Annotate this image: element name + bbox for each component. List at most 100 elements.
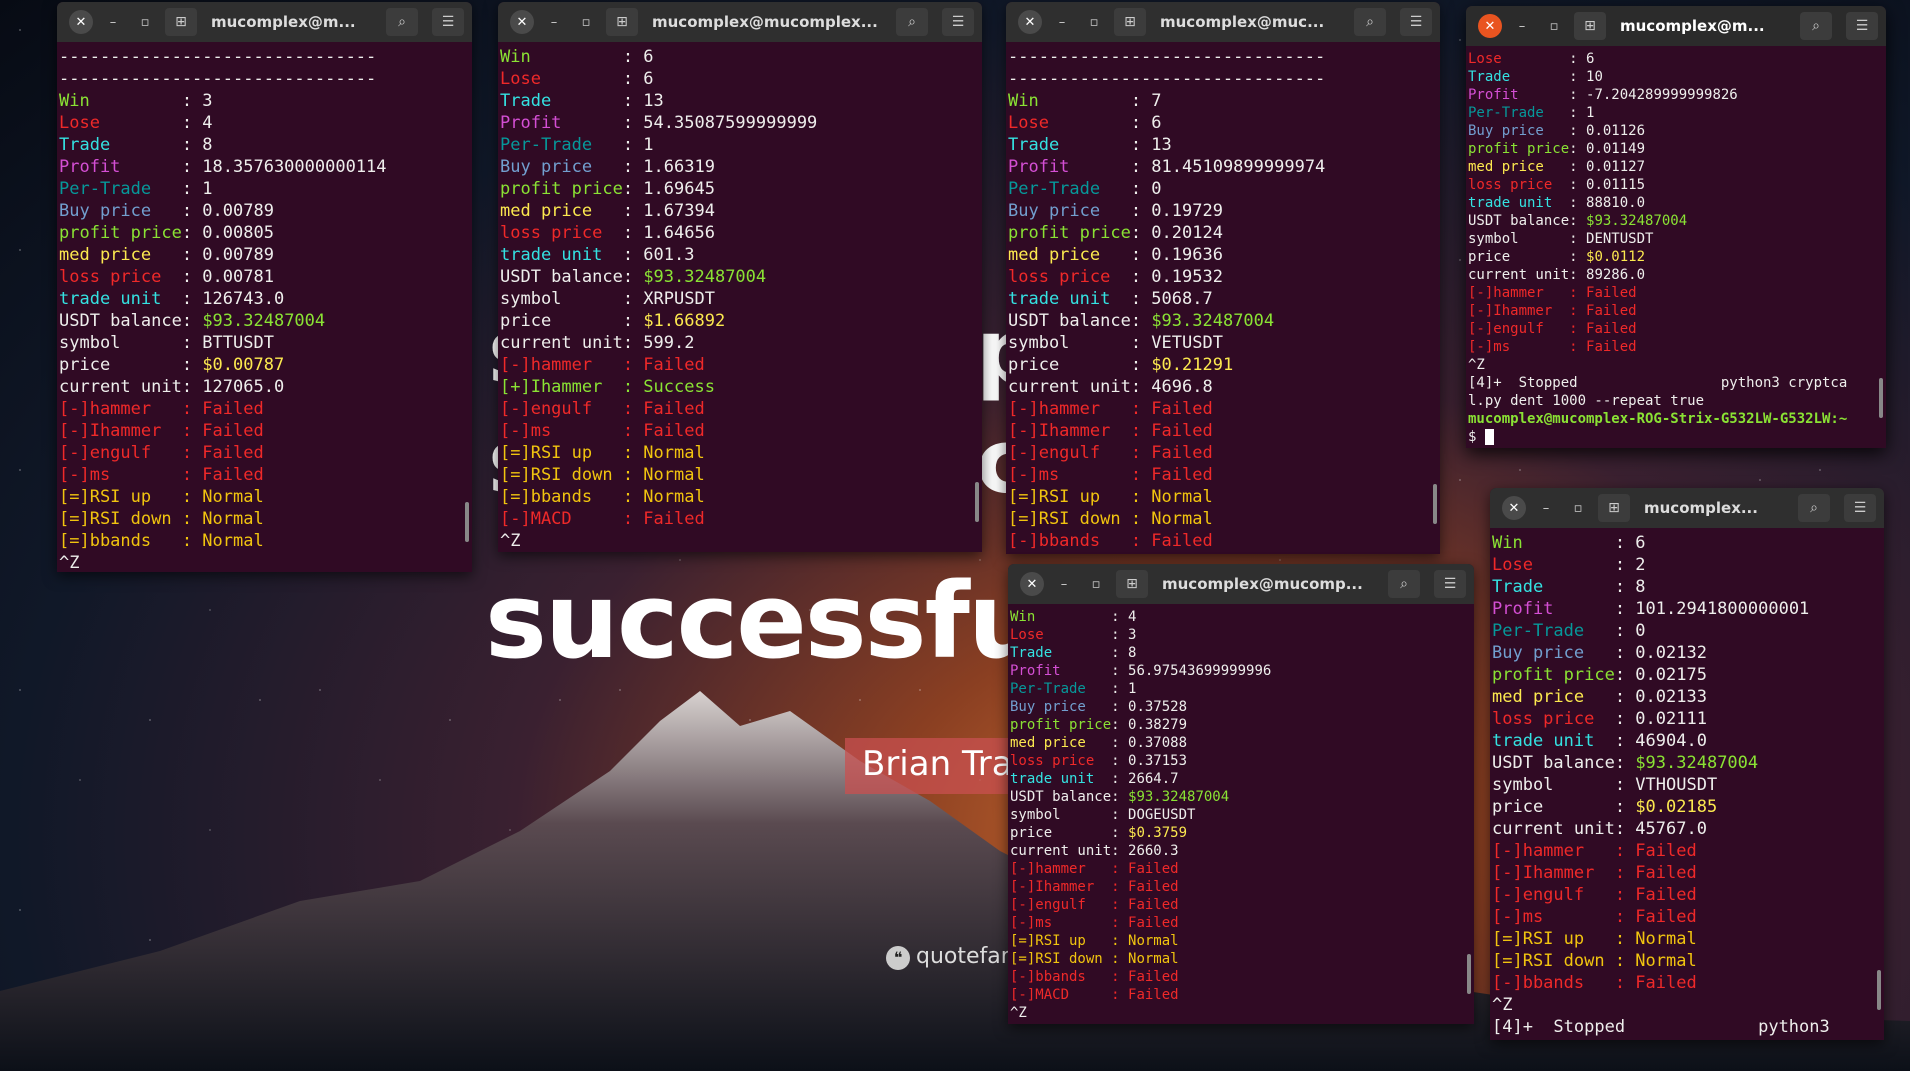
- maximize-icon[interactable]: ▫: [1542, 14, 1566, 38]
- hamburger-menu-icon[interactable]: ☰: [1434, 570, 1466, 598]
- terminal-line: profit price: 0.02175: [1492, 664, 1882, 686]
- terminal-text-segment: : Failed: [1614, 973, 1697, 993]
- maximize-icon[interactable]: ▫: [1084, 572, 1108, 596]
- terminal-line: [=]RSI down : Normal: [500, 464, 980, 486]
- minimize-icon[interactable]: –: [1534, 496, 1558, 520]
- terminal-line: Trade : 8: [1492, 576, 1882, 598]
- terminal-text-segment: Per-Trade: [1008, 179, 1131, 199]
- maximize-icon[interactable]: ▫: [1566, 496, 1590, 520]
- terminal-text-segment: : 4: [1111, 609, 1137, 625]
- terminal-window-vtho[interactable]: ✕ – ▫ ⊞ mucomplex... ⌕ ☰ Win : 6 Lose : 2 Trade :…: [1490, 488, 1884, 1040]
- hamburger-menu-icon[interactable]: ☰: [1846, 12, 1878, 40]
- new-tab-icon[interactable]: ⊞: [1114, 8, 1146, 36]
- terminal-text-segment: : 0.01149: [1569, 141, 1646, 157]
- terminal-text-segment: [-]engulf: [1010, 897, 1112, 913]
- terminal-window-xrp[interactable]: ✕ – ▫ ⊞ mucomplex@mucomplex... ⌕ ☰ Win : 6 Lose …: [498, 2, 982, 552]
- window-titlebar[interactable]: ✕ – ▫ ⊞ mucomplex... ⌕ ☰: [1490, 488, 1884, 528]
- maximize-icon[interactable]: ▫: [133, 10, 157, 34]
- terminal-output[interactable]: Win : 6 Lose : 2 Trade : 8 Profit : 101.294…: [1490, 528, 1884, 1040]
- terminal-text-segment: price: [59, 355, 182, 375]
- terminal-output[interactable]: ------------------------------- ---------…: [1006, 42, 1440, 554]
- terminal-line: -------------------------------: [59, 46, 470, 68]
- terminal-text-segment: [-]MACD: [500, 509, 623, 529]
- scrollbar[interactable]: [465, 502, 469, 542]
- new-tab-icon[interactable]: ⊞: [1598, 494, 1630, 522]
- close-icon[interactable]: ✕: [1502, 496, 1526, 520]
- terminal-text-segment: -------------------------------: [59, 69, 377, 89]
- terminal-text-segment: : 89286.0: [1569, 267, 1646, 283]
- maximize-icon[interactable]: ▫: [1082, 10, 1106, 34]
- new-tab-icon[interactable]: ⊞: [606, 8, 638, 36]
- scrollbar[interactable]: [975, 482, 979, 522]
- terminal-line: symbol : VTHOUSDT: [1492, 774, 1882, 796]
- terminal-window-dent[interactable]: ✕ – ▫ ⊞ mucomplex@m... ⌕ ☰ Lose : 6 Trade : 10 Pr…: [1466, 6, 1886, 448]
- terminal-text-segment: [-]ms: [1468, 339, 1570, 355]
- terminal-line: [=]bbands : Normal: [500, 486, 980, 508]
- new-tab-icon[interactable]: ⊞: [1116, 570, 1148, 598]
- terminal-line: profit price: 1.69645: [500, 178, 980, 200]
- window-title: mucomplex@mucomplex...: [652, 13, 878, 31]
- terminal-window-vet[interactable]: ✕ – ▫ ⊞ mucomplex@muc... ⌕ ☰ ------------------…: [1006, 2, 1440, 554]
- terminal-text-segment: : Failed: [1614, 907, 1697, 927]
- close-icon[interactable]: ✕: [69, 10, 93, 34]
- terminal-output[interactable]: Win : 4 Lose : 3 Trade : 8 Profit : 56.9754…: [1008, 604, 1474, 1024]
- hamburger-menu-icon[interactable]: ☰: [1400, 8, 1432, 36]
- terminal-window-doge[interactable]: ✕ – ▫ ⊞ mucomplex@mucomp... ⌕ ☰ Win : 4 Lose : 3…: [1008, 564, 1474, 1024]
- terminal-text-segment: [-]ms: [1008, 465, 1131, 485]
- scrollbar[interactable]: [1877, 970, 1881, 1010]
- terminal-line: [-]Ihammer : Failed: [59, 420, 470, 442]
- terminal-text-segment: ^Z: [1492, 995, 1513, 1015]
- terminal-window-btt[interactable]: ✕ – ▫ ⊞ mucomplex@m... ⌕ ☰ --------------------…: [57, 2, 472, 572]
- terminal-output[interactable]: Lose : 6 Trade : 10 Profit : -7.2042899999…: [1466, 46, 1886, 448]
- terminal-text-segment: : Failed: [1111, 861, 1179, 877]
- new-tab-icon[interactable]: ⊞: [1574, 12, 1606, 40]
- terminal-line: med price : 0.37088: [1010, 734, 1472, 752]
- scrollbar[interactable]: [1433, 484, 1437, 524]
- quotefancy-logo: ❝ quotefan: [886, 944, 1015, 970]
- close-icon[interactable]: ✕: [1018, 10, 1042, 34]
- new-tab-icon[interactable]: ⊞: [165, 8, 197, 36]
- terminal-line: [-]ms : Failed: [59, 464, 470, 486]
- terminal-text-segment: [=]bbands: [500, 487, 623, 507]
- search-icon[interactable]: ⌕: [896, 8, 928, 36]
- minimize-icon[interactable]: –: [1510, 14, 1534, 38]
- terminal-text-segment: : 1: [1111, 681, 1137, 697]
- terminal-line: profit price: 0.00805: [59, 222, 470, 244]
- window-titlebar[interactable]: ✕ – ▫ ⊞ mucomplex@m... ⌕ ☰: [57, 2, 472, 42]
- search-icon[interactable]: ⌕: [1354, 8, 1386, 36]
- hamburger-menu-icon[interactable]: ☰: [942, 8, 974, 36]
- terminal-text-segment: : 0.19532: [1130, 267, 1223, 287]
- window-titlebar[interactable]: ✕ – ▫ ⊞ mucomplex@mucomp... ⌕ ☰: [1008, 564, 1474, 604]
- minimize-icon[interactable]: –: [101, 10, 125, 34]
- terminal-text-segment: : Normal: [1111, 951, 1179, 967]
- close-icon[interactable]: ✕: [1020, 572, 1044, 596]
- terminal-line: mucomplex@mucomplex-ROG-Strix-G532LW-G53…: [1468, 410, 1884, 428]
- hamburger-menu-icon[interactable]: ☰: [1844, 494, 1876, 522]
- terminal-text-segment: : 56.97543699999996: [1111, 663, 1272, 679]
- terminal-text-segment: :: [622, 311, 644, 331]
- window-titlebar[interactable]: ✕ – ▫ ⊞ mucomplex@mucomplex... ⌕ ☰: [498, 2, 982, 42]
- terminal-text-segment: [=]RSI up: [1008, 487, 1131, 507]
- terminal-text-segment: :: [1569, 213, 1587, 229]
- search-icon[interactable]: ⌕: [1388, 570, 1420, 598]
- search-icon[interactable]: ⌕: [386, 8, 418, 36]
- terminal-text-segment: : 1: [1569, 105, 1595, 121]
- terminal-line: Profit : -7.204289999999826: [1468, 86, 1884, 104]
- terminal-text-segment: : Failed: [1569, 339, 1637, 355]
- window-titlebar[interactable]: ✕ – ▫ ⊞ mucomplex@m... ⌕ ☰: [1466, 6, 1886, 46]
- terminal-output[interactable]: Win : 6 Lose : 6 Trade : 13 Profit : 54.350…: [498, 42, 982, 552]
- scrollbar[interactable]: [1879, 378, 1883, 418]
- minimize-icon[interactable]: –: [542, 10, 566, 34]
- terminal-text-segment: : 6: [622, 69, 654, 89]
- close-icon[interactable]: ✕: [1478, 14, 1502, 38]
- window-titlebar[interactable]: ✕ – ▫ ⊞ mucomplex@muc... ⌕ ☰: [1006, 2, 1440, 42]
- scrollbar[interactable]: [1467, 954, 1471, 994]
- search-icon[interactable]: ⌕: [1800, 12, 1832, 40]
- close-icon[interactable]: ✕: [510, 10, 534, 34]
- minimize-icon[interactable]: –: [1052, 572, 1076, 596]
- maximize-icon[interactable]: ▫: [574, 10, 598, 34]
- hamburger-menu-icon[interactable]: ☰: [432, 8, 464, 36]
- terminal-output[interactable]: ------------------------------- ---------…: [57, 42, 472, 572]
- search-icon[interactable]: ⌕: [1798, 494, 1830, 522]
- minimize-icon[interactable]: –: [1050, 10, 1074, 34]
